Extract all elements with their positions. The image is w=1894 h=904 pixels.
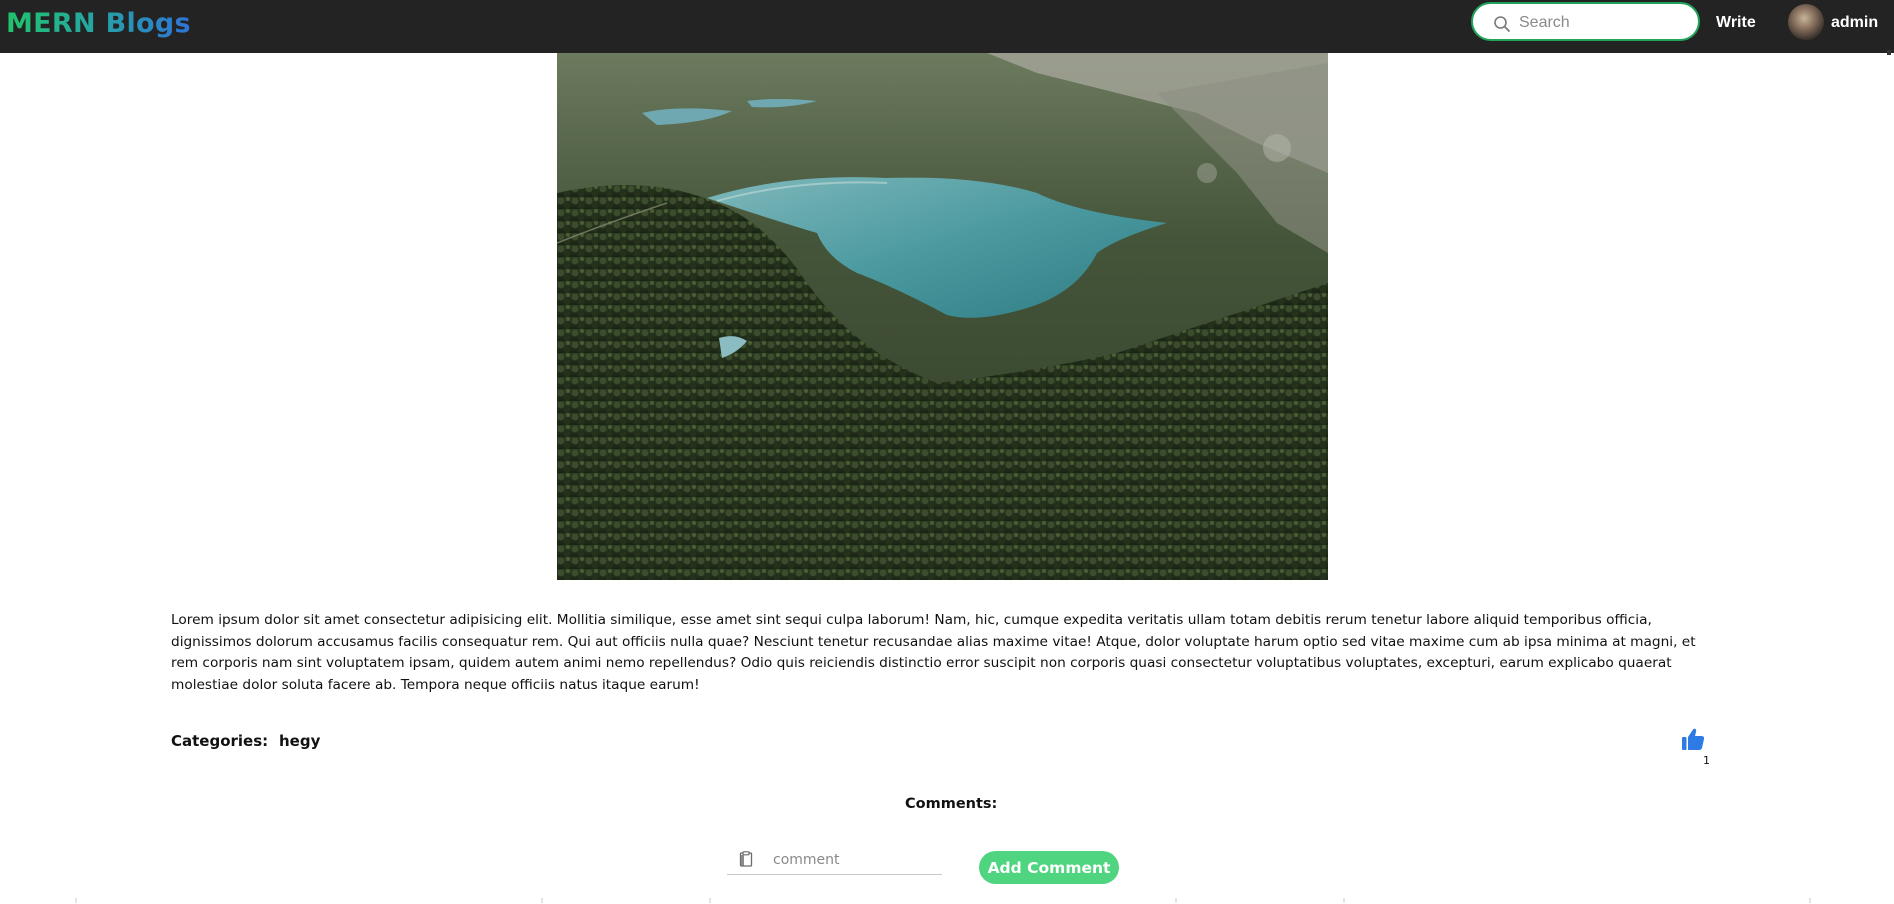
comment-field[interactable] — [727, 846, 942, 875]
write-link[interactable]: Write — [1716, 14, 1756, 32]
search-box[interactable] — [1471, 2, 1700, 41]
like-count: 1 — [1703, 754, 1710, 767]
comment-input[interactable] — [771, 849, 940, 871]
thumbs-up-icon[interactable] — [1681, 727, 1705, 751]
avatar[interactable] — [1788, 4, 1824, 40]
clipboard-icon — [739, 851, 753, 867]
top-navbar: MERN Blogs Write admin — [0, 0, 1894, 53]
divider-tick — [1343, 898, 1345, 903]
divider-tick — [1175, 898, 1177, 903]
divider-tick — [541, 898, 543, 903]
divider-tick — [709, 898, 711, 903]
divider-tick — [75, 898, 77, 903]
category-tag[interactable]: hegy — [279, 732, 320, 750]
search-input[interactable] — [1517, 11, 1691, 35]
scroll-indicator — [1887, 50, 1891, 55]
add-comment-button[interactable]: Add Comment — [979, 851, 1119, 884]
comments-heading: Comments: — [905, 796, 998, 812]
divider-tick — [1809, 898, 1811, 903]
post-body-text: Lorem ipsum dolor sit amet consectetur a… — [171, 612, 1696, 693]
post-image — [557, 53, 1328, 580]
username-link[interactable]: admin — [1831, 14, 1878, 32]
brand-logo[interactable]: MERN Blogs — [6, 8, 191, 39]
search-icon — [1494, 16, 1510, 32]
categories-label: Categories: — [171, 732, 269, 750]
